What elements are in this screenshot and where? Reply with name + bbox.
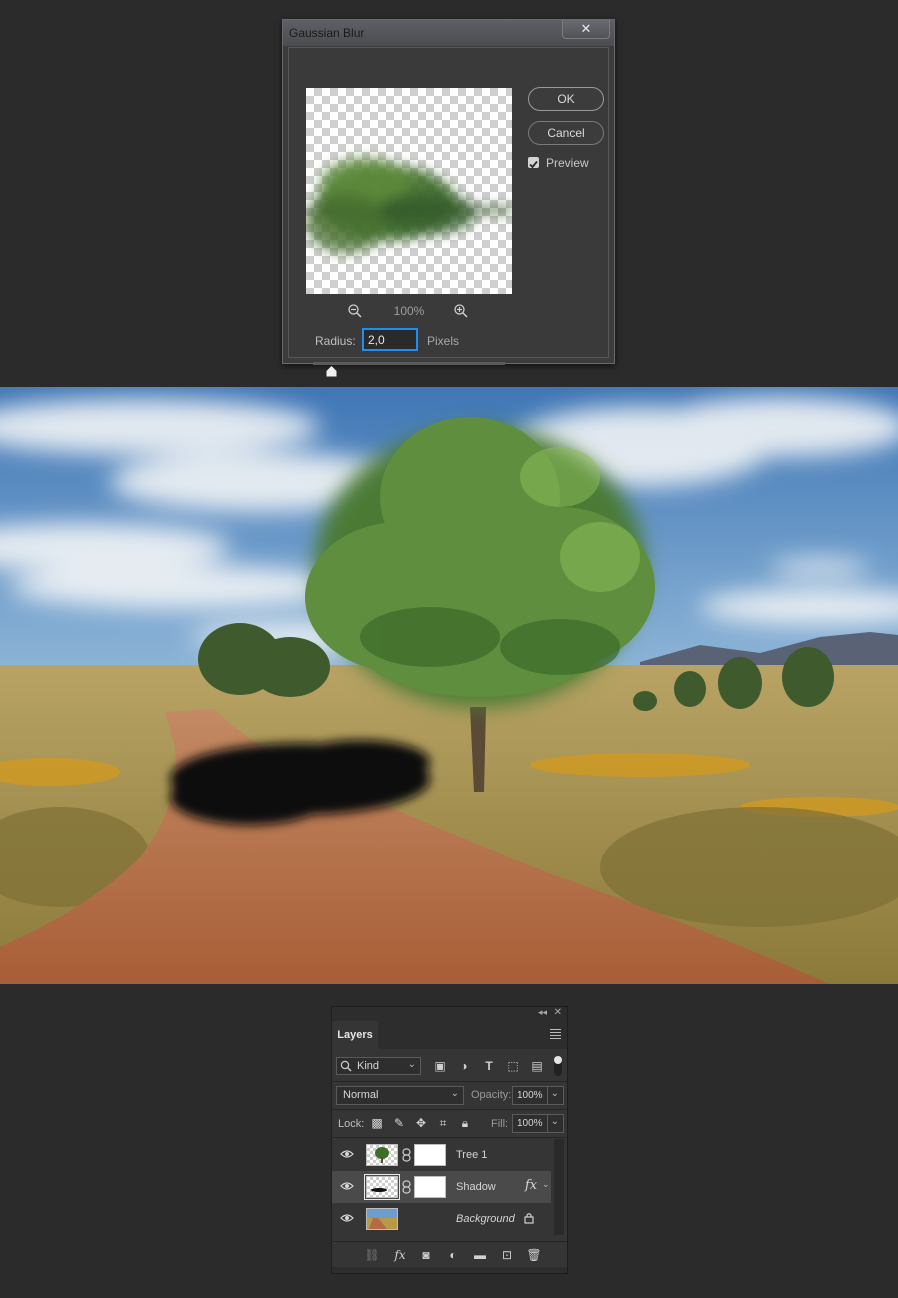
lock-icon[interactable]	[524, 1212, 534, 1224]
layers-bottom-toolbar: ⛓ fx ◙ ◐ ▬ ⊡ 🗑︎	[332, 1243, 567, 1267]
dialog-titlebar[interactable]: Gaussian Blur ✕	[283, 20, 614, 46]
layer-row-tree-1[interactable]: Tree 1	[332, 1139, 551, 1171]
add-layer-style-icon[interactable]: fx	[392, 1248, 408, 1262]
radius-input[interactable]	[362, 328, 418, 351]
lock-artboard-icon[interactable]: ⌗	[436, 1116, 450, 1130]
layer-mask-thumbnail[interactable]	[414, 1176, 446, 1198]
eye-icon[interactable]	[340, 1149, 354, 1159]
checkmark-icon	[529, 160, 538, 169]
lock-label: Lock:	[338, 1118, 365, 1130]
chevron-down-icon[interactable]: ⌄	[551, 1116, 559, 1127]
lock-all-icon[interactable]: 🔒︎	[458, 1116, 472, 1130]
canvas-image[interactable]	[0, 387, 898, 984]
panel-tabbar: Layers	[332, 1021, 567, 1049]
zoom-in-icon[interactable]	[454, 304, 468, 318]
blend-mode-select[interactable]: Normal ⌄	[336, 1086, 464, 1105]
smart-object-filter-icon[interactable]: ▤	[530, 1059, 544, 1073]
blurred-tree-preview	[306, 158, 512, 253]
panel-menu-icon[interactable]	[550, 1029, 561, 1041]
mask-link-icon[interactable]	[402, 1148, 411, 1162]
lock-pixels-brush-icon[interactable]: ✎	[392, 1116, 406, 1130]
kind-filter-label: Kind	[357, 1060, 380, 1072]
ok-button[interactable]: OK	[528, 87, 604, 111]
chevron-down-icon[interactable]: ⌄	[551, 1088, 559, 1099]
layer-row-background[interactable]: Background	[332, 1203, 551, 1235]
new-group-folder-icon[interactable]: ▬	[472, 1248, 488, 1262]
add-mask-icon[interactable]: ◙	[418, 1248, 434, 1262]
delete-layer-trash-icon[interactable]: 🗑︎	[526, 1248, 542, 1262]
divider	[332, 1137, 567, 1138]
opacity-label: Opacity:	[471, 1089, 512, 1101]
divider	[332, 1241, 567, 1242]
lock-transparency-icon[interactable]: ▩	[370, 1116, 384, 1130]
layers-list: Tree 1 Shadow fx ⌄ Background	[332, 1139, 551, 1235]
adjustment-layer-filter-icon[interactable]: ◑	[457, 1059, 471, 1073]
layer-name: Tree 1	[456, 1149, 488, 1161]
panel-footer-strip	[332, 1267, 567, 1273]
radius-units: Pixels	[427, 334, 460, 348]
lock-position-move-icon[interactable]: ✥	[414, 1116, 428, 1130]
radius-slider-track[interactable]	[313, 362, 505, 365]
opacity-input[interactable]: 100% ⌄	[512, 1086, 564, 1105]
opacity-value: 100%	[517, 1090, 543, 1101]
blend-mode-value: Normal	[343, 1089, 379, 1101]
type-layer-filter-icon[interactable]: T	[482, 1059, 496, 1073]
new-adjustment-layer-icon[interactable]: ◐	[445, 1248, 461, 1262]
layer-mask-thumbnail[interactable]	[414, 1144, 446, 1166]
layers-scrollbar[interactable]	[554, 1139, 564, 1235]
divider	[547, 1115, 548, 1132]
kind-filter-select[interactable]: Kind ⌄	[336, 1057, 421, 1075]
preview-checkbox[interactable]	[528, 157, 539, 169]
dialog-title: Gaussian Blur	[289, 26, 365, 40]
layer-name: Shadow	[456, 1181, 496, 1193]
lock-row: Lock: ▩ ✎ ✥ ⌗ 🔒︎ Fill: 100% ⌄	[332, 1111, 567, 1137]
eye-icon[interactable]	[340, 1213, 354, 1223]
blend-row: Normal ⌄ Opacity: 100% ⌄	[332, 1083, 567, 1109]
collapse-panel-icon[interactable]: ◂◂	[538, 1007, 547, 1018]
zoom-controls: 100%	[306, 302, 512, 322]
filter-row: Kind ⌄ ▣ ◑ T ⬚ ▤	[332, 1053, 567, 1081]
layers-panel: ◂◂ ✕ Layers Kind ⌄ ▣ ◑ T ⬚ ▤ Normal ⌄ Op…	[331, 1006, 568, 1274]
radius-label: Radius:	[315, 334, 356, 348]
eye-icon[interactable]	[340, 1181, 354, 1191]
tree-thumbnail-icon	[375, 1147, 389, 1163]
gaussian-blur-dialog: Gaussian Blur ✕ 100% Radius: 2,0 Pixels …	[282, 19, 615, 377]
landscape-thumbnail-icon	[367, 1209, 397, 1229]
fill-input[interactable]: 100% ⌄	[512, 1114, 564, 1133]
chevron-down-icon: ⌄	[407, 1059, 416, 1070]
layer-thumbnail[interactable]	[366, 1144, 398, 1166]
layer-thumbnail[interactable]	[366, 1208, 398, 1230]
pixel-layer-filter-icon[interactable]: ▣	[433, 1059, 447, 1073]
layer-name: Background	[456, 1213, 515, 1225]
layer-row-shadow[interactable]: Shadow fx ⌄	[332, 1171, 551, 1203]
blur-preview[interactable]	[306, 88, 512, 294]
dialog-close-button[interactable]: ✕	[562, 20, 610, 39]
zoom-level: 100%	[393, 304, 425, 318]
shadow-thumbnail-icon	[371, 1188, 387, 1192]
layer-effects-icon[interactable]: fx	[525, 1178, 537, 1193]
fill-label: Fill:	[491, 1118, 509, 1130]
preview-label: Preview	[546, 156, 589, 170]
chevron-down-icon: ⌄	[450, 1088, 459, 1099]
filter-toggle[interactable]	[554, 1056, 562, 1076]
tab-layers[interactable]: Layers	[332, 1021, 378, 1049]
expand-effects-chevron-icon[interactable]: ⌄	[542, 1179, 550, 1190]
divider	[332, 1081, 567, 1082]
radius-slider-thumb[interactable]	[326, 366, 337, 377]
dialog-body: 100% Radius: Pixels OK Cancel Preview	[288, 47, 609, 377]
cancel-button[interactable]: Cancel	[528, 121, 604, 145]
search-icon	[340, 1060, 352, 1072]
landscape-with-tree	[0, 387, 898, 984]
mask-link-icon[interactable]	[402, 1180, 411, 1194]
layer-thumbnail[interactable]	[364, 1174, 400, 1200]
link-layers-icon[interactable]: ⛓	[364, 1248, 380, 1262]
divider	[332, 1109, 567, 1110]
close-panel-icon[interactable]: ✕	[554, 1007, 562, 1018]
new-layer-icon[interactable]: ⊡	[499, 1248, 515, 1262]
fill-value: 100%	[517, 1118, 543, 1129]
panel-header-strip: ◂◂ ✕	[332, 1007, 567, 1021]
divider	[547, 1087, 548, 1104]
shape-layer-filter-icon[interactable]: ⬚	[506, 1059, 520, 1073]
